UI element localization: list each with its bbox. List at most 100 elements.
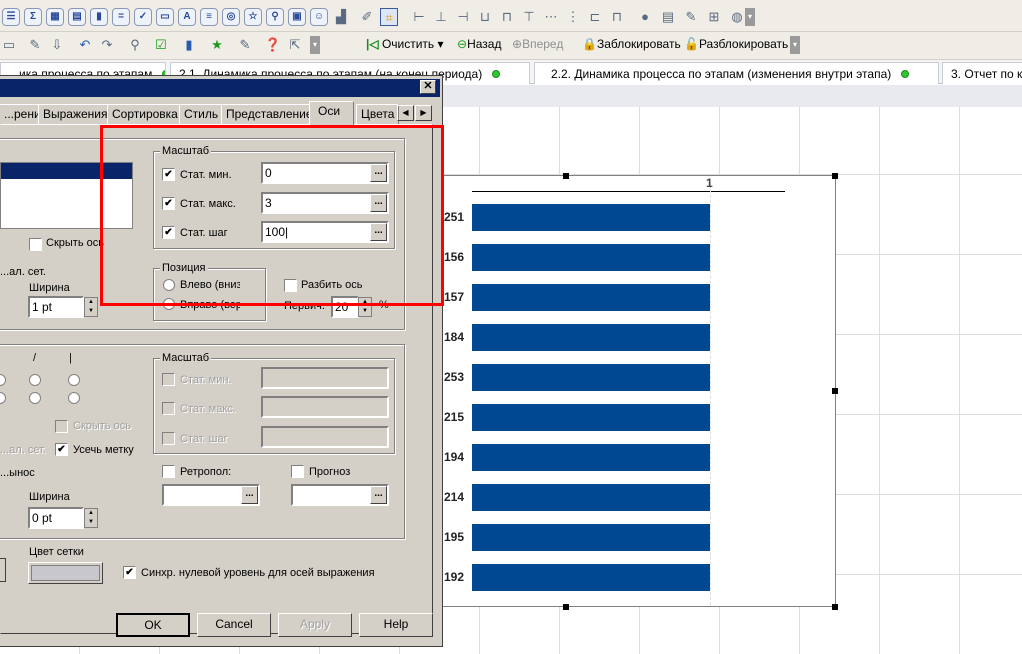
container-icon[interactable]: ▣ bbox=[288, 8, 306, 26]
forecast-input[interactable]: ... bbox=[291, 484, 389, 506]
text-icon[interactable]: A bbox=[178, 8, 196, 26]
unlock-button[interactable]: 🔓Разблокировать bbox=[684, 37, 788, 51]
toolbar-overflow-icon[interactable]: ▾ bbox=[310, 36, 320, 54]
bar[interactable] bbox=[472, 404, 710, 431]
sum-icon[interactable]: Σ bbox=[24, 8, 42, 26]
help-button[interactable]: Help bbox=[359, 613, 433, 637]
truncate-label-checkbox[interactable]: ✔ bbox=[55, 443, 68, 456]
adjust-top-icon[interactable]: ⊓ bbox=[608, 8, 626, 26]
custom-object-icon[interactable]: ☺ bbox=[310, 8, 328, 26]
search-object-icon[interactable]: ⚲ bbox=[266, 8, 284, 26]
chart-icon[interactable]: ▮ bbox=[90, 8, 108, 26]
sheet-properties-icon[interactable]: ▤ bbox=[659, 8, 677, 26]
help-icon[interactable]: ❓ bbox=[264, 36, 282, 54]
tab-sort[interactable]: Сортировка bbox=[107, 104, 183, 124]
document-web-icon[interactable]: ◍ bbox=[728, 8, 746, 26]
tab-presentation[interactable]: Представление bbox=[221, 104, 318, 124]
lock-button[interactable]: 🔒Заблокировать bbox=[582, 37, 681, 51]
tab-scroll-right[interactable]: ▶ bbox=[415, 105, 432, 121]
dim-axis-width-spinner[interactable]: ▲ ▼ bbox=[84, 508, 98, 528]
resize-handle[interactable] bbox=[832, 604, 838, 610]
resize-handle[interactable] bbox=[832, 173, 838, 179]
grid-color-button[interactable] bbox=[28, 562, 103, 584]
align-bottom-icon[interactable]: ⊔ bbox=[476, 8, 494, 26]
input-icon[interactable]: = bbox=[112, 8, 130, 26]
backward-expression-button[interactable]: ... bbox=[241, 486, 258, 504]
bar[interactable] bbox=[472, 324, 710, 351]
align-left-icon[interactable]: ⊢ bbox=[410, 8, 428, 26]
format-painter-icon[interactable]: ✐ bbox=[358, 8, 376, 26]
bookmark-icon[interactable]: ☆ bbox=[244, 8, 262, 26]
slider-icon[interactable]: ◎ bbox=[222, 8, 240, 26]
line-arrow-icon[interactable]: ≡ bbox=[200, 8, 218, 26]
tab-expressions[interactable]: Выражения bbox=[38, 104, 113, 124]
backward-trend-input[interactable]: ... bbox=[162, 484, 260, 506]
dim-static-max-checkbox[interactable] bbox=[162, 402, 175, 415]
bar[interactable] bbox=[472, 204, 710, 231]
axis-width-input[interactable]: 1 pt bbox=[28, 296, 84, 318]
label-orientation-radio[interactable] bbox=[68, 374, 80, 386]
context-help-icon[interactable]: ⇱ bbox=[286, 36, 304, 54]
axis-color-button[interactable] bbox=[0, 558, 6, 582]
clear-button[interactable]: |◁ Очистить ▾ bbox=[366, 37, 444, 51]
bar[interactable] bbox=[472, 444, 710, 471]
dim-hide-axis-checkbox[interactable] bbox=[55, 420, 68, 433]
favorite-star-icon[interactable]: ★ bbox=[208, 36, 226, 54]
toolbar-overflow-icon[interactable]: ▾ bbox=[745, 8, 755, 26]
properties-icon[interactable]: ✎ bbox=[236, 36, 254, 54]
align-top-icon[interactable]: ⊤ bbox=[520, 8, 538, 26]
multibox-icon[interactable]: ▤ bbox=[68, 8, 86, 26]
resize-handle[interactable] bbox=[832, 388, 838, 394]
edit-icon[interactable]: ✎ bbox=[682, 8, 700, 26]
design-grid-icon[interactable]: ⌗ bbox=[380, 8, 398, 26]
bar[interactable] bbox=[472, 484, 710, 511]
user-icon[interactable]: ● bbox=[636, 8, 654, 26]
print-icon[interactable]: ▭ bbox=[0, 36, 18, 54]
tab-scroll-left[interactable]: ◀ bbox=[397, 105, 414, 121]
label-orientation-radio[interactable] bbox=[29, 374, 41, 386]
forecast-expression-button[interactable]: ... bbox=[370, 486, 387, 504]
tab-axes[interactable]: Оси bbox=[309, 101, 354, 125]
bar[interactable] bbox=[472, 364, 710, 391]
dim-static-step-checkbox[interactable] bbox=[162, 432, 175, 445]
forward-button[interactable]: ⊕Вперед bbox=[512, 37, 563, 51]
resize-handle[interactable] bbox=[563, 173, 569, 179]
hide-axis-checkbox[interactable] bbox=[29, 238, 42, 251]
resize-handle[interactable] bbox=[563, 604, 569, 610]
forecast-checkbox[interactable] bbox=[291, 465, 304, 478]
check-icon[interactable]: ✓ bbox=[134, 8, 152, 26]
apply-button[interactable]: Apply bbox=[278, 613, 352, 637]
sheet-tab[interactable]: 3. Отчет по к bbox=[942, 62, 1022, 84]
back-button[interactable]: ⊖Назад bbox=[457, 37, 501, 51]
tree-icon[interactable]: ⊞ bbox=[705, 8, 723, 26]
bar[interactable] bbox=[472, 524, 710, 551]
close-button[interactable]: ✕ bbox=[420, 80, 436, 94]
dim-axis-width-input[interactable]: 0 pt bbox=[28, 507, 84, 529]
bar[interactable] bbox=[472, 244, 710, 271]
align-middle-icon[interactable]: ⊓ bbox=[498, 8, 516, 26]
sync-zero-checkbox[interactable]: ✔ bbox=[123, 566, 136, 579]
dim-static-min-checkbox[interactable] bbox=[162, 373, 175, 386]
button-icon[interactable]: ▭ bbox=[156, 8, 174, 26]
ok-button[interactable]: OK bbox=[116, 613, 190, 637]
table-icon[interactable]: ▦ bbox=[46, 8, 64, 26]
chart-wizard-icon[interactable]: ▮ bbox=[180, 36, 198, 54]
space-vertical-icon[interactable]: ⋮ bbox=[564, 8, 582, 26]
dim-static-min-input[interactable] bbox=[261, 367, 389, 389]
undo-icon[interactable]: ↶ bbox=[76, 36, 94, 54]
space-horizontal-icon[interactable]: ⋯ bbox=[542, 8, 560, 26]
label-orientation-radio[interactable] bbox=[68, 392, 80, 404]
bar[interactable] bbox=[472, 564, 710, 591]
search-icon[interactable]: ⚲ bbox=[126, 36, 144, 54]
cancel-button[interactable]: Cancel bbox=[197, 613, 271, 637]
label-orientation-radio[interactable] bbox=[29, 392, 41, 404]
edit-script-icon[interactable]: ✎ bbox=[26, 36, 44, 54]
backward-trend-checkbox[interactable] bbox=[162, 465, 175, 478]
tab-style[interactable]: Стиль bbox=[179, 104, 224, 124]
chart-wizard-icon[interactable]: ▟ bbox=[332, 8, 350, 26]
list-box-icon[interactable]: ☰ bbox=[2, 8, 20, 26]
select-check-icon[interactable]: ☑ bbox=[152, 36, 170, 54]
adjust-left-icon[interactable]: ⊏ bbox=[586, 8, 604, 26]
align-center-icon[interactable]: ⊥ bbox=[432, 8, 450, 26]
dim-static-max-input[interactable] bbox=[261, 396, 389, 418]
